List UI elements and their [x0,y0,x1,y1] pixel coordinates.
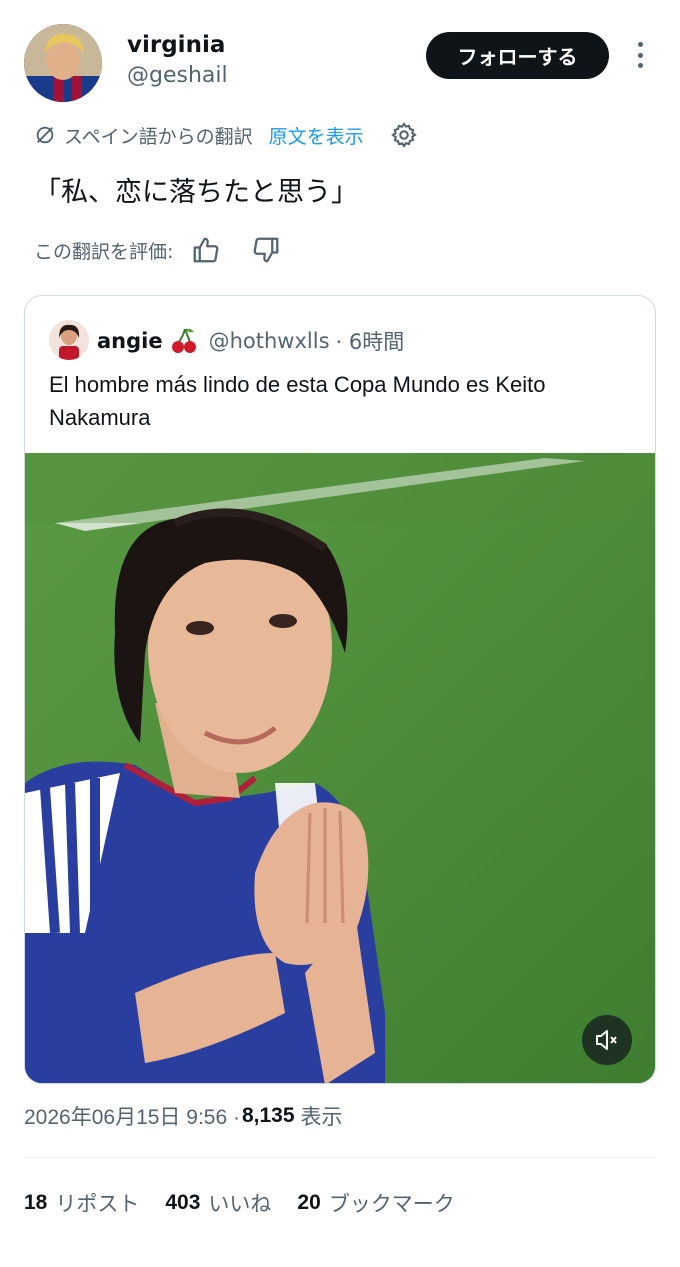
reposts-label[interactable]: リポスト [55,1188,139,1218]
tweet-timestamp[interactable]: 2026年06月15日 9:56 · [24,1101,240,1131]
divider [24,1157,656,1158]
tweet-stats: 18 リポスト 403 いいね 20 ブックマーク [24,1186,481,1220]
likes-label[interactable]: いいね [208,1188,271,1218]
author-name[interactable]: virginia [127,32,225,58]
quoted-author-name[interactable]: angie [97,329,163,353]
thumbs-down-icon[interactable] [251,235,281,265]
follow-button[interactable]: フォローする [426,32,609,79]
translate-icon [36,126,54,144]
reposts-count[interactable]: 18 [24,1191,47,1215]
show-original-link[interactable]: 原文を表示 [269,122,364,149]
tweet-text: 「私、恋に落ちたと思う」 [34,177,358,208]
bookmarks-label[interactable]: ブックマーク [329,1188,455,1218]
likes-count[interactable]: 403 [165,1191,200,1215]
quoted-tweet-text: El hombre más lindo de esta Copa Mundo e… [49,372,546,430]
translation-info: スペイン語からの翻訳 原文を表示 [34,119,418,151]
gear-icon[interactable] [390,121,418,149]
rate-translation-label: この翻訳を評価: [34,240,174,263]
quoted-author-handle[interactable]: @hothwxlls [209,329,330,353]
author-avatar[interactable] [24,24,102,102]
video-frame-image [25,453,655,1083]
views-label: 表示 [300,1106,343,1129]
quoted-tweet[interactable]: angie @hothwxlls · 6時間 El hombre más lin… [24,295,656,1084]
tweet-meta: 2026年06月15日 9:56 · 8,135 表示 [24,1100,343,1132]
cherry-icon [171,328,196,353]
speaker-muted-icon [596,1030,617,1050]
bookmarks-count[interactable]: 20 [297,1191,320,1215]
thumbs-up-icon[interactable] [191,235,221,265]
more-vertical-icon[interactable] [628,38,652,72]
translation-source-label: スペイン語からの翻訳 [64,125,253,148]
views-count: 8,135 [241,1104,295,1127]
quoted-author-avatar[interactable] [49,320,89,360]
mute-toggle-button[interactable] [582,1015,632,1065]
rate-translation: この翻訳を評価: [34,232,281,268]
quoted-tweet-header: angie @hothwxlls · 6時間 [97,324,404,358]
quoted-tweet-time[interactable]: · 6時間 [336,326,405,356]
quoted-video[interactable] [25,453,655,1083]
author-handle[interactable]: @geshail [127,63,228,88]
